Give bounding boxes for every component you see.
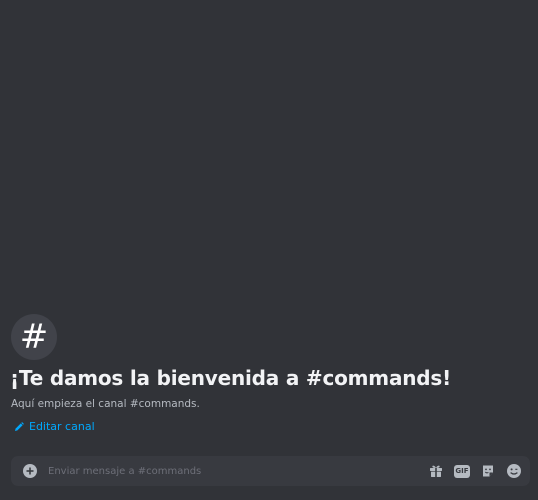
- sticker-icon[interactable]: [480, 463, 496, 479]
- edit-channel-label: Editar canal: [29, 420, 95, 433]
- gif-button[interactable]: GIF: [454, 463, 470, 479]
- channel-hashtag-icon: #: [11, 314, 57, 360]
- pencil-icon: [14, 421, 24, 432]
- plus-circle-icon[interactable]: [23, 464, 37, 478]
- message-composer: GIF: [11, 456, 530, 486]
- message-input[interactable]: [48, 457, 428, 485]
- welcome-subtitle: Aquí empieza el canal #commands.: [11, 398, 200, 410]
- edit-channel-link[interactable]: Editar canal: [14, 420, 95, 433]
- composer-tools: GIF: [428, 463, 522, 479]
- emoji-icon[interactable]: [506, 463, 522, 479]
- welcome-title: ¡Te damos la bienvenida a #commands!: [10, 366, 452, 390]
- chat-area: # ¡Te damos la bienvenida a #commands! A…: [0, 0, 538, 500]
- hashtag-glyph: #: [19, 317, 49, 357]
- gif-label: GIF: [455, 467, 469, 475]
- gif-icon: GIF: [454, 464, 470, 478]
- gift-icon[interactable]: [428, 463, 444, 479]
